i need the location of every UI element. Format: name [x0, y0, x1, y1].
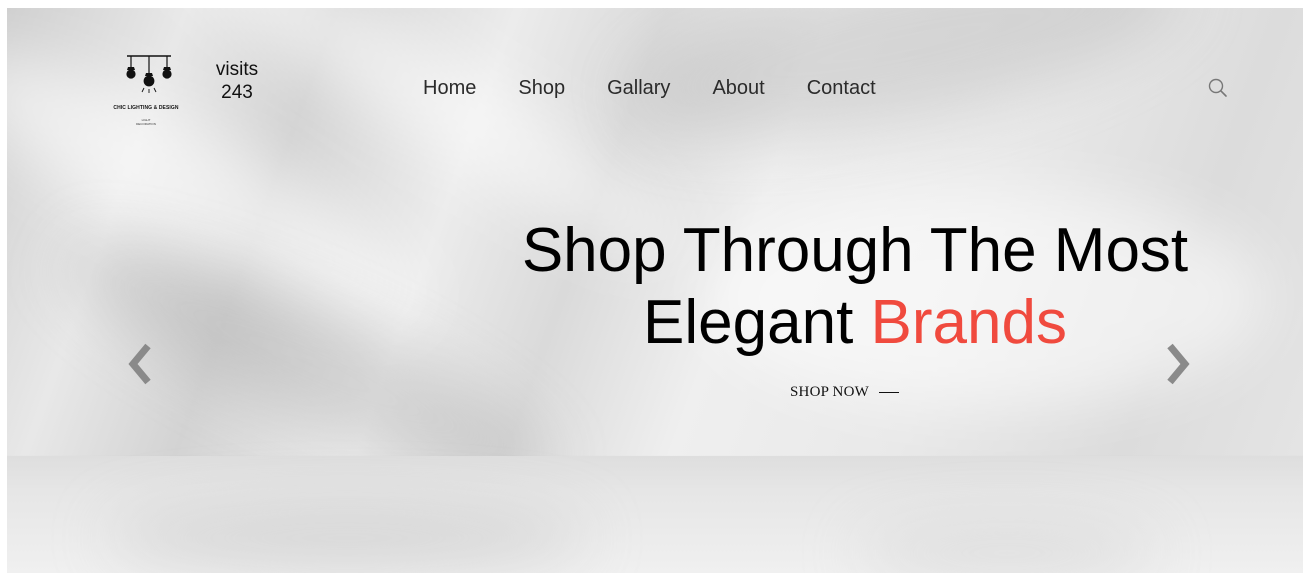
nav-item-contact[interactable]: Contact: [807, 76, 876, 100]
search-button[interactable]: [1206, 77, 1230, 101]
main-navigation: Home Shop Gallary About Contact: [423, 76, 918, 100]
brand-tagline-line2: DECORATION: [136, 122, 156, 126]
pendant-lights-icon: [126, 55, 172, 93]
nav-item-shop[interactable]: Shop: [518, 76, 565, 100]
visit-counter: visits 243: [207, 58, 267, 104]
brand-tagline: LIGHT DECORATION: [100, 118, 192, 126]
visit-counter-label: visits: [215, 59, 259, 80]
carousel-prev-button[interactable]: [124, 340, 158, 388]
chevron-left-icon: [128, 343, 151, 385]
nav-item-gallary[interactable]: Gallary: [607, 76, 670, 100]
brand-logo[interactable]: CHIC LIGHTING & DESIGN LIGHT DECORATION: [100, 48, 192, 128]
dash-icon: [878, 391, 899, 394]
shop-now-label: SHOP NOW: [790, 384, 869, 400]
background-floor: [7, 456, 1303, 573]
chevron-right-icon: [1167, 343, 1190, 385]
nav-item-home[interactable]: Home: [423, 76, 476, 100]
nav-item-about[interactable]: About: [712, 76, 764, 100]
brand-name: CHIC LIGHTING & DESIGN: [113, 105, 179, 111]
search-icon: [1208, 78, 1227, 97]
hero-headline: Shop Through The Most Elegant Brands: [490, 215, 1220, 359]
hero-headline-word: Elegant: [643, 288, 854, 357]
hero-headline-accent: Brands: [870, 288, 1067, 357]
visit-counter-value: 243: [221, 82, 253, 103]
hero-headline-line1: Shop Through The Most: [521, 216, 1189, 285]
hero-headline-line2: Elegant Brands: [490, 287, 1220, 359]
shop-now-link[interactable]: SHOP NOW: [790, 384, 899, 401]
carousel-next-button[interactable]: [1160, 340, 1194, 388]
